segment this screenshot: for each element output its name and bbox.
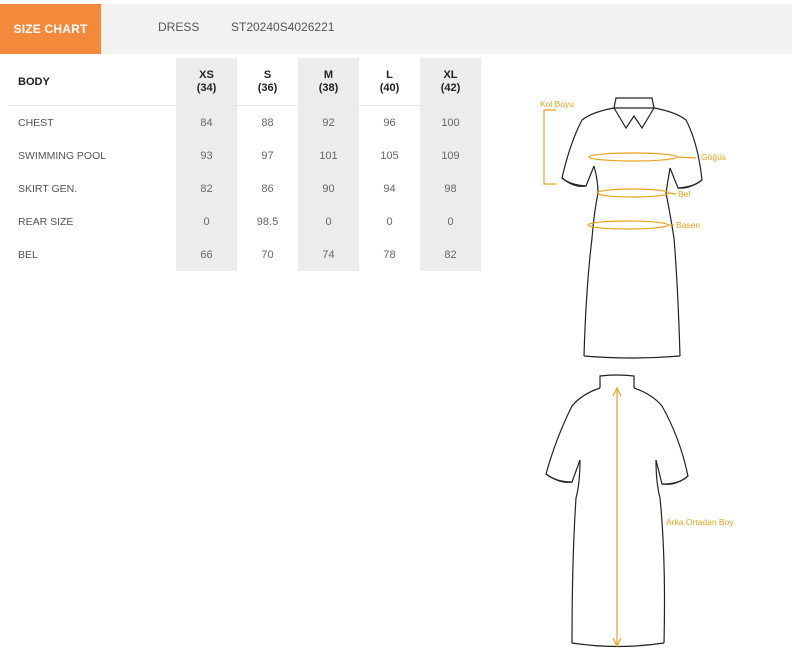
chest-label: Göğüs bbox=[701, 152, 726, 162]
row-label: CHEST bbox=[18, 116, 54, 129]
table-cell: 0 bbox=[420, 205, 481, 238]
size-table: BODY XS (34) S (36) M (38) L (40) XL (42) CHE… bbox=[8, 58, 481, 271]
dress-measurement-diagram: Kol Boyu Göğüs Bel Basen Arka Ortadan Bo… bbox=[520, 88, 780, 663]
table-cell: 98.5 bbox=[256, 215, 279, 228]
table-cell: 88 bbox=[261, 116, 274, 129]
table-cell: 109 bbox=[420, 139, 481, 172]
size-name: L bbox=[386, 68, 393, 81]
row-label: REAR SIZE bbox=[18, 215, 74, 228]
chest-measure-ellipse bbox=[588, 152, 678, 162]
table-cell: 90 bbox=[298, 172, 359, 205]
product-code-label: ST20240S4026221 bbox=[231, 20, 335, 34]
size-name: XS bbox=[199, 68, 214, 81]
table-cell: 0 bbox=[176, 205, 237, 238]
row-label: SKIRT GEN. bbox=[18, 182, 78, 195]
table-cell: 82 bbox=[176, 172, 237, 205]
table-row: REAR SIZE 0 98.5 0 0 0 bbox=[8, 205, 481, 238]
table-row: SKIRT GEN. 82 86 90 94 98 bbox=[8, 172, 481, 205]
table-cell: 70 bbox=[261, 248, 274, 261]
body-column-header: BODY bbox=[8, 58, 176, 106]
table-row: CHEST 84 88 92 96 100 bbox=[8, 105, 481, 139]
table-cell: 82 bbox=[420, 238, 481, 271]
table-cell: 100 bbox=[420, 105, 481, 139]
waist-measure-ellipse bbox=[596, 188, 670, 198]
table-cell: 105 bbox=[380, 149, 399, 162]
hip-measure-ellipse bbox=[587, 220, 669, 230]
size-eu: (42) bbox=[440, 81, 461, 94]
table-cell: 86 bbox=[261, 182, 274, 195]
chest-leader-line bbox=[676, 156, 697, 159]
size-column-header-xs: XS (34) bbox=[176, 58, 237, 106]
row-label: SWIMMING POOL bbox=[18, 149, 107, 162]
table-cell: 93 bbox=[176, 139, 237, 172]
waist-label: Bel bbox=[678, 189, 690, 199]
size-name: M bbox=[323, 68, 334, 81]
size-column-header-m: M (38) bbox=[298, 58, 359, 106]
size-chart-header-bar bbox=[0, 4, 792, 54]
size-name: XL bbox=[443, 68, 458, 81]
table-cell: 84 bbox=[176, 105, 237, 139]
row-label: BEL bbox=[18, 248, 38, 261]
waist-leader-line bbox=[668, 192, 677, 195]
back-measurement-marks bbox=[612, 386, 622, 648]
table-cell: 101 bbox=[298, 139, 359, 172]
hip-label: Basen bbox=[676, 220, 700, 230]
size-column-header-xl: XL (42) bbox=[420, 58, 481, 106]
size-column-header-l: L (40) bbox=[359, 58, 420, 106]
table-cell: 0 bbox=[386, 215, 393, 228]
sleeve-length-label: Kol Boyu bbox=[540, 99, 574, 109]
size-column-header-s: S (36) bbox=[237, 58, 298, 106]
table-cell: 66 bbox=[176, 238, 237, 271]
sleeve-length-bracket bbox=[543, 109, 556, 185]
front-measurement-marks bbox=[543, 109, 697, 230]
dress-measurement-svg: Kol Boyu Göğüs Bel Basen Arka Ortadan Bo… bbox=[540, 97, 734, 648]
tab-size-chart[interactable]: SIZE CHART bbox=[0, 4, 101, 54]
product-type-label: DRESS bbox=[158, 20, 200, 34]
size-eu: (38) bbox=[318, 81, 339, 94]
size-eu: (40) bbox=[379, 81, 400, 94]
table-cell: 74 bbox=[298, 238, 359, 271]
size-eu: (34) bbox=[196, 81, 217, 94]
table-cell: 92 bbox=[298, 105, 359, 139]
size-eu: (36) bbox=[257, 81, 278, 94]
table-cell: 94 bbox=[383, 182, 396, 195]
table-cell: 0 bbox=[298, 205, 359, 238]
size-table-header-row: BODY XS (34) S (36) M (38) L (40) XL (42) bbox=[8, 58, 481, 106]
table-cell: 97 bbox=[261, 149, 274, 162]
table-cell: 78 bbox=[383, 248, 396, 261]
table-cell: 98 bbox=[420, 172, 481, 205]
back-length-label: Arka Ortadan Boy bbox=[666, 517, 734, 527]
table-row: BEL 66 70 74 78 82 bbox=[8, 238, 481, 271]
table-row: SWIMMING POOL 93 97 101 105 109 bbox=[8, 139, 481, 172]
table-cell: 96 bbox=[383, 116, 396, 129]
size-name: S bbox=[263, 68, 272, 81]
